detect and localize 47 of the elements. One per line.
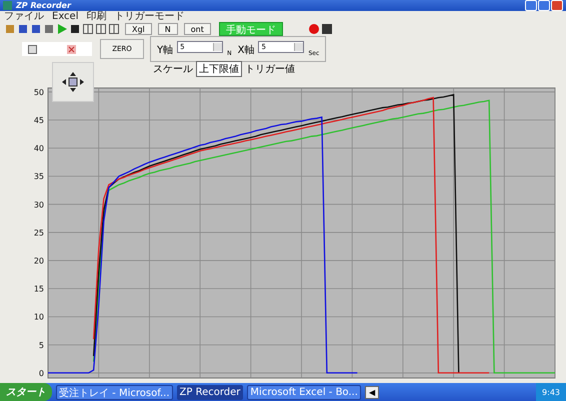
grid-icon[interactable] <box>108 24 119 34</box>
taskbar-button[interactable]: Microsoft Excel - Bo... <box>247 384 361 400</box>
app-icon <box>3 1 12 10</box>
y-tick-label: 5 <box>38 340 44 350</box>
navigation-pad[interactable] <box>52 62 94 102</box>
y-tick-label: 0 <box>38 368 44 378</box>
minimize-button[interactable] <box>525 0 537 11</box>
toolbar-button[interactable]: N <box>158 23 178 35</box>
toolbar-icon[interactable] <box>4 24 15 34</box>
grid-icon[interactable] <box>95 24 106 34</box>
menu-item[interactable]: ファイル <box>4 11 44 22</box>
menu-item[interactable]: トリガーモード <box>114 11 184 22</box>
menu-item[interactable]: Excel <box>52 11 78 22</box>
tab[interactable]: トリガー値 <box>242 61 298 77</box>
clock: 9:43 <box>542 388 560 396</box>
record-icon[interactable] <box>308 24 320 34</box>
toolbar-icon[interactable] <box>30 24 41 34</box>
taskbar-button[interactable]: ZP Recorder <box>176 384 244 400</box>
y-tick-label: 15 <box>34 284 44 294</box>
close-button[interactable] <box>551 0 563 11</box>
arrows-icon <box>61 71 85 93</box>
window-title: ZP Recorder <box>16 1 71 10</box>
menu-item[interactable]: 印刷 <box>86 11 106 22</box>
axis-label: Y軸 <box>157 44 174 57</box>
y-tick-label: 50 <box>34 88 44 97</box>
y-tick-label: 20 <box>34 256 44 266</box>
toolbar-button[interactable]: ont <box>184 23 211 35</box>
y-tick-label: 45 <box>34 116 44 126</box>
y-tick-label: 35 <box>34 172 44 182</box>
scroll-button[interactable]: ◀ <box>364 386 379 398</box>
y-tick-label: 40 <box>34 144 44 154</box>
maximize-button[interactable] <box>538 0 550 11</box>
stop-icon[interactable] <box>69 24 80 34</box>
toolbar-button[interactable]: Xgl <box>125 23 152 35</box>
stop-icon[interactable] <box>322 24 333 34</box>
y-tick-label: 10 <box>34 312 44 322</box>
left-button[interactable] <box>28 44 37 54</box>
toolbar-icon[interactable] <box>17 24 28 34</box>
y-tick-label: 30 <box>34 200 44 210</box>
tab[interactable]: スケール <box>150 61 196 77</box>
taskbar-button[interactable]: 受注トレイ - Microsof... <box>56 384 173 400</box>
toolbar-icon[interactable] <box>43 24 54 34</box>
grid-icon[interactable] <box>82 24 93 34</box>
y-tick-label: 25 <box>34 228 44 238</box>
close-icon[interactable] <box>67 44 76 54</box>
axis-label: X軸 <box>238 44 254 57</box>
tab[interactable]: 上下限値 <box>196 61 242 77</box>
